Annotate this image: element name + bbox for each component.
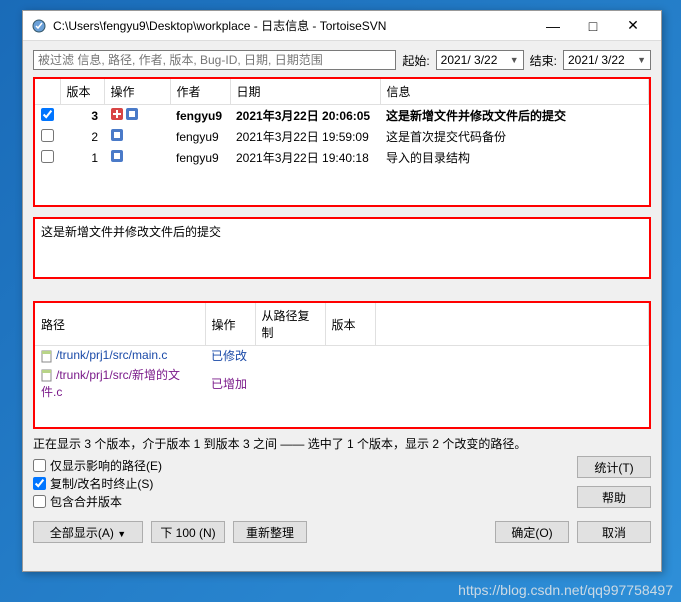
filter-input[interactable] (33, 50, 396, 70)
content-area: 起始: 2021/ 3/22 ▼ 结束: 2021/ 3/22 ▼ 版本 操作 … (23, 47, 661, 553)
row-checkbox[interactable] (41, 108, 54, 121)
bottom-button-bar: 全部显示(A) ▼ 下 100 (N) 重新整理 确定(O) 取消 (33, 521, 651, 543)
cell-path-action: 已增加 (205, 365, 255, 401)
titlebar: C:\Users\fengyu9\Desktop\workplace - 日志信… (23, 11, 661, 41)
modify-icon (110, 128, 124, 142)
cell-date: 2021年3月22日 19:40:18 (230, 147, 380, 168)
file-icon (41, 369, 54, 382)
log-list-panel: 版本 操作 作者 日期 信息 3 fengyu92021年3月22日 20:06:… (33, 77, 651, 207)
paths-table: 路径 操作 从路径复制 版本 /trunk/prj1/src/main.c已修改… (35, 303, 649, 401)
window-title: C:\Users\fengyu9\Desktop\workplace - 日志信… (53, 17, 533, 34)
refresh-button[interactable]: 重新整理 (233, 521, 307, 543)
add-icon (110, 107, 124, 121)
cell-msg: 这是新增文件并修改文件后的提交 (380, 105, 649, 127)
cell-msg: 这是首次提交代码备份 (380, 126, 649, 147)
help-button[interactable]: 帮助 (577, 486, 651, 508)
chevron-down-icon: ▼ (637, 55, 646, 65)
close-button[interactable]: ✕ (613, 12, 653, 40)
cell-rev: 1 (60, 147, 104, 168)
from-date-value: 2021/ 3/22 (441, 53, 498, 67)
cell-action (104, 105, 170, 127)
row-checkbox[interactable] (41, 129, 54, 142)
path-row[interactable]: /trunk/prj1/src/新增的文件.c已增加 (35, 365, 649, 401)
show-all-button[interactable]: 全部显示(A) ▼ (33, 521, 143, 543)
cell-author: fengyu9 (170, 105, 230, 127)
col-copyfrom[interactable]: 从路径复制 (255, 303, 325, 346)
cell-author: fengyu9 (170, 126, 230, 147)
log-row[interactable]: 1 fengyu92021年3月22日 19:40:18导入的目录结构 (35, 147, 649, 168)
minimize-button[interactable]: — (533, 12, 573, 40)
cell-path: /trunk/prj1/src/main.c (35, 346, 205, 366)
changed-paths-panel: 路径 操作 从路径复制 版本 /trunk/prj1/src/main.c已修改… (33, 301, 651, 429)
watermark: https://blog.csdn.net/qq997758497 (458, 582, 673, 598)
cell-action (104, 126, 170, 147)
to-label: 结束: (530, 52, 557, 69)
to-date-value: 2021/ 3/22 (568, 53, 625, 67)
option-affected-paths[interactable]: 仅显示影响的路径(E) (33, 457, 577, 474)
col-msg[interactable]: 信息 (380, 79, 649, 105)
col-author[interactable]: 作者 (170, 79, 230, 105)
app-window: C:\Users\fengyu9\Desktop\workplace - 日志信… (22, 10, 662, 572)
path-row[interactable]: /trunk/prj1/src/main.c已修改 (35, 346, 649, 366)
from-label: 起始: (402, 52, 429, 69)
options-row: 仅显示影响的路径(E) 复制/改名时终止(S) 包含合并版本 统计(T) 帮助 (33, 456, 651, 511)
log-row[interactable]: 2 fengyu92021年3月22日 19:59:09这是首次提交代码备份 (35, 126, 649, 147)
chevron-down-icon: ▼ (510, 55, 519, 65)
col-path-action[interactable]: 操作 (205, 303, 255, 346)
checkbox-affected[interactable] (33, 459, 46, 472)
from-date-picker[interactable]: 2021/ 3/22 ▼ (436, 50, 524, 70)
cancel-button[interactable]: 取消 (577, 521, 651, 543)
to-date-picker[interactable]: 2021/ 3/22 ▼ (563, 50, 651, 70)
ok-button[interactable]: 确定(O) (495, 521, 569, 543)
cell-author: fengyu9 (170, 147, 230, 168)
cell-action (104, 147, 170, 168)
modify-icon (125, 107, 139, 121)
cell-msg: 导入的目录结构 (380, 147, 649, 168)
col-rev[interactable]: 版本 (60, 79, 104, 105)
filter-bar: 起始: 2021/ 3/22 ▼ 结束: 2021/ 3/22 ▼ (33, 47, 651, 73)
stats-button[interactable]: 统计(T) (577, 456, 651, 478)
chevron-down-icon: ▼ (117, 529, 126, 539)
cell-date: 2021年3月22日 20:06:05 (230, 105, 380, 127)
file-icon (41, 350, 54, 363)
cell-date: 2021年3月22日 19:59:09 (230, 126, 380, 147)
summary-text: 正在显示 3 个版本，介于版本 1 到版本 3 之间 —— 选中了 1 个版本，… (33, 435, 651, 452)
window-controls: — □ ✕ (533, 12, 653, 40)
cell-rev: 2 (60, 126, 104, 147)
checkbox-stop-on-copy[interactable] (33, 477, 46, 490)
option-stop-on-copy[interactable]: 复制/改名时终止(S) (33, 475, 577, 492)
checkbox-include-merge[interactable] (33, 495, 46, 508)
cell-path-action: 已修改 (205, 346, 255, 366)
commit-message-text: 这是新增文件并修改文件后的提交 (41, 225, 221, 239)
app-icon (31, 18, 47, 34)
col-path-rev[interactable]: 版本 (325, 303, 375, 346)
option-include-merge[interactable]: 包含合并版本 (33, 493, 577, 510)
col-action[interactable]: 操作 (104, 79, 170, 105)
cell-rev: 3 (60, 105, 104, 127)
col-path[interactable]: 路径 (35, 303, 205, 346)
modify-icon (110, 149, 124, 163)
row-checkbox[interactable] (41, 150, 54, 163)
log-table: 版本 操作 作者 日期 信息 3 fengyu92021年3月22日 20:06:… (35, 79, 649, 168)
next-100-button[interactable]: 下 100 (N) (151, 521, 225, 543)
cell-path: /trunk/prj1/src/新增的文件.c (35, 365, 205, 401)
maximize-button[interactable]: □ (573, 12, 613, 40)
log-row[interactable]: 3 fengyu92021年3月22日 20:06:05这是新增文件并修改文件后的… (35, 105, 649, 127)
col-date[interactable]: 日期 (230, 79, 380, 105)
commit-message-panel[interactable]: 这是新增文件并修改文件后的提交 (33, 217, 651, 279)
